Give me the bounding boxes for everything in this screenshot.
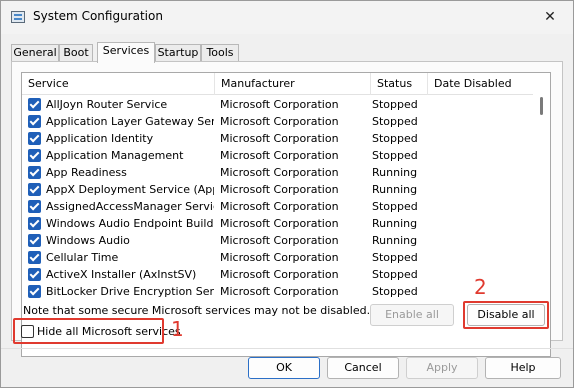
column-header-date-disabled[interactable]: Date Disabled	[428, 73, 534, 95]
column-header-service[interactable]: Service	[22, 73, 214, 95]
service-checkbox[interactable]	[28, 285, 41, 298]
service-date-disabled	[432, 232, 532, 249]
ok-button[interactable]: OK	[248, 357, 320, 379]
table-row[interactable]: AppX Deployment Service (AppX... Microso…	[22, 181, 534, 198]
annotation-highlight-disable-all	[463, 301, 549, 329]
button-bar-divider	[1, 348, 573, 349]
service-name: AppX Deployment Service (AppX...	[46, 183, 214, 196]
table-row[interactable]: Application Layer Gateway Service Micros…	[22, 113, 534, 130]
service-date-disabled	[432, 113, 532, 130]
service-name: AllJoyn Router Service	[46, 98, 168, 111]
service-date-disabled	[432, 181, 532, 198]
service-name: App Readiness	[46, 166, 127, 179]
scrollbar-thumb[interactable]	[540, 97, 543, 115]
service-status: Running	[372, 166, 418, 179]
service-checkbox[interactable]	[28, 234, 41, 247]
service-status: Running	[372, 217, 418, 230]
service-manufacturer: Microsoft Corporation	[220, 268, 339, 281]
service-rows: AllJoyn Router Service Microsoft Corpora…	[22, 96, 534, 300]
service-name: Windows Audio Endpoint Builder	[46, 217, 214, 230]
service-name: Windows Audio	[46, 234, 130, 247]
service-status: Stopped	[372, 285, 418, 298]
tab-boot[interactable]: Boot	[59, 44, 93, 62]
tab-services[interactable]: Services	[97, 42, 155, 63]
service-manufacturer: Microsoft Corporation	[220, 251, 339, 264]
table-row[interactable]: Windows Audio Microsoft Corporation Runn…	[22, 232, 534, 249]
service-checkbox[interactable]	[28, 217, 41, 230]
service-name: Application Identity	[46, 132, 154, 145]
service-manufacturer: Microsoft Corporation	[220, 200, 339, 213]
service-status: Stopped	[372, 115, 418, 128]
table-row[interactable]: Application Management Microsoft Corpora…	[22, 147, 534, 164]
service-checkbox[interactable]	[28, 132, 41, 145]
service-date-disabled	[432, 96, 532, 113]
service-name: ActiveX Installer (AxInstSV)	[46, 268, 197, 281]
service-manufacturer: Microsoft Corporation	[220, 234, 339, 247]
secure-services-note: Note that some secure Microsoft services…	[23, 304, 371, 317]
service-date-disabled	[432, 130, 532, 147]
close-icon[interactable]: ✕	[537, 5, 563, 29]
service-checkbox[interactable]	[28, 166, 41, 179]
service-status: Stopped	[372, 149, 418, 162]
table-row[interactable]: AllJoyn Router Service Microsoft Corpora…	[22, 96, 534, 113]
service-checkbox[interactable]	[28, 268, 41, 281]
table-row[interactable]: AssignedAccessManager Service Microsoft …	[22, 198, 534, 215]
service-status: Stopped	[372, 268, 418, 281]
table-row[interactable]: Cellular Time Microsoft Corporation Stop…	[22, 249, 534, 266]
service-status: Stopped	[372, 200, 418, 213]
service-checkbox[interactable]	[28, 251, 41, 264]
column-header-row: Service Manufacturer Status Date Disable…	[22, 73, 534, 95]
table-row[interactable]: ActiveX Installer (AxInstSV) Microsoft C…	[22, 266, 534, 283]
annotation-number-2: 2	[474, 275, 487, 299]
service-manufacturer: Microsoft Corporation	[220, 183, 339, 196]
service-date-disabled	[432, 147, 532, 164]
annotation-highlight-hide-ms	[13, 318, 164, 344]
tab-general[interactable]: General	[11, 44, 59, 62]
service-checkbox[interactable]	[28, 149, 41, 162]
tab-tools[interactable]: Tools	[201, 44, 239, 62]
service-checkbox[interactable]	[28, 183, 41, 196]
service-checkbox[interactable]	[28, 115, 41, 128]
service-checkbox[interactable]	[28, 200, 41, 213]
service-manufacturer: Microsoft Corporation	[220, 98, 339, 111]
service-name: Cellular Time	[46, 251, 119, 264]
service-name: AssignedAccessManager Service	[46, 200, 214, 213]
service-date-disabled	[432, 249, 532, 266]
service-status: Running	[372, 183, 418, 196]
help-button[interactable]: Help	[485, 357, 561, 379]
service-name: Application Layer Gateway Service	[46, 115, 214, 128]
service-status: Running	[372, 234, 418, 247]
apply-button[interactable]: Apply	[406, 357, 478, 379]
service-manufacturer: Microsoft Corporation	[220, 132, 339, 145]
service-status: Stopped	[372, 132, 418, 145]
table-row[interactable]: BitLocker Drive Encryption Service Micro…	[22, 283, 534, 300]
column-header-manufacturer[interactable]: Manufacturer	[215, 73, 370, 95]
service-checkbox[interactable]	[28, 98, 41, 111]
column-header-status[interactable]: Status	[371, 73, 427, 95]
service-manufacturer: Microsoft Corporation	[220, 217, 339, 230]
enable-all-button[interactable]: Enable all	[370, 304, 454, 326]
service-status: Stopped	[372, 98, 418, 111]
service-manufacturer: Microsoft Corporation	[220, 115, 339, 128]
services-tab-panel: Service Manufacturer Status Date Disable…	[11, 61, 563, 357]
service-name: BitLocker Drive Encryption Service	[46, 285, 214, 298]
cancel-button[interactable]: Cancel	[327, 357, 399, 379]
window-title: System Configuration	[33, 9, 163, 23]
service-date-disabled	[432, 215, 532, 232]
table-row[interactable]: Application Identity Microsoft Corporati…	[22, 130, 534, 147]
tab-startup[interactable]: Startup	[155, 44, 201, 62]
table-row[interactable]: App Readiness Microsoft Corporation Runn…	[22, 164, 534, 181]
service-name: Application Management	[46, 149, 184, 162]
service-manufacturer: Microsoft Corporation	[220, 149, 339, 162]
service-manufacturer: Microsoft Corporation	[220, 166, 339, 179]
service-manufacturer: Microsoft Corporation	[220, 285, 339, 298]
msconfig-app-icon	[11, 11, 25, 23]
service-date-disabled	[432, 198, 532, 215]
system-configuration-window: System Configuration ✕ General Boot Serv…	[0, 0, 574, 388]
service-status: Stopped	[372, 251, 418, 264]
annotation-number-1: 1	[171, 317, 184, 341]
title-bar: System Configuration ✕	[1, 1, 573, 34]
table-row[interactable]: Windows Audio Endpoint Builder Microsoft…	[22, 215, 534, 232]
service-date-disabled	[432, 164, 532, 181]
